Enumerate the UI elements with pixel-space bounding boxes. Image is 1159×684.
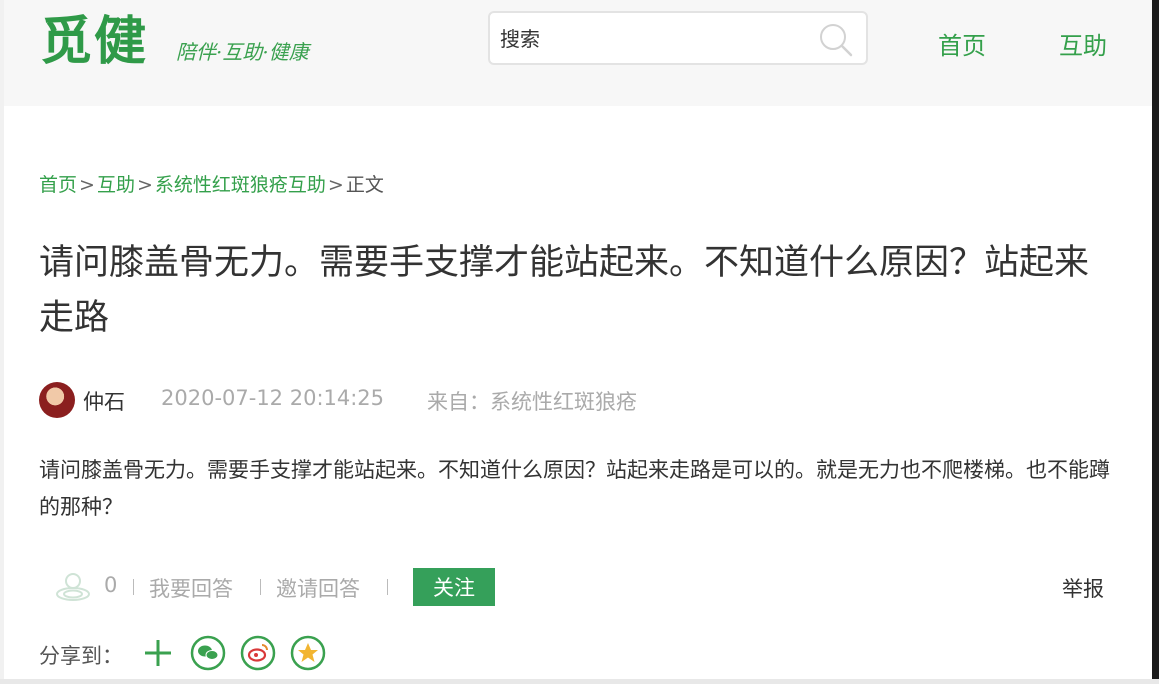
divider xyxy=(133,579,134,595)
breadcrumb-separator: > xyxy=(136,174,153,196)
breadcrumb-home[interactable]: 首页 xyxy=(39,174,77,196)
post-datetime: 2020-07-12 20:14:25 xyxy=(161,386,385,410)
report-link[interactable]: 举报 xyxy=(1062,573,1104,603)
qzone-icon[interactable] xyxy=(289,634,327,672)
breadcrumb-current: 正文 xyxy=(345,174,384,196)
site-slogan: 陪伴·互助·健康 xyxy=(176,40,309,64)
post-body: 请问膝盖骨无力。需要手支撑才能站起来。不知道什么原因？站起来走路是可以的。就是无… xyxy=(39,458,1110,519)
like-count: 0 xyxy=(104,573,118,597)
search-icon[interactable] xyxy=(818,22,854,58)
window-bottom-edge xyxy=(0,679,1159,684)
nav-mutual-help[interactable]: 互助 xyxy=(1059,26,1107,61)
invite-answer-link[interactable]: 邀请回答 xyxy=(276,573,360,603)
search-box xyxy=(488,11,868,65)
breadcrumb-mutual-help[interactable]: 互助 xyxy=(97,174,135,196)
plus-icon[interactable] xyxy=(139,634,177,672)
breadcrumb-separator: > xyxy=(79,174,95,196)
weibo-icon[interactable] xyxy=(239,634,277,672)
site-logo[interactable]: 觅健 xyxy=(40,12,148,72)
avatar[interactable] xyxy=(39,382,75,418)
follow-button[interactable]: 关注 xyxy=(413,568,495,606)
wechat-icon[interactable] xyxy=(189,634,227,672)
divider xyxy=(387,579,388,595)
window-right-edge xyxy=(1152,0,1159,684)
nav-home[interactable]: 首页 xyxy=(938,26,986,61)
breadcrumb: 首页 > 互助 > 系统性红斑狼疮互助 > 正文 xyxy=(39,170,384,197)
author-name[interactable]: 仲石 xyxy=(83,386,125,416)
answer-link[interactable]: 我要回答 xyxy=(149,573,233,603)
post-actions: 0 我要回答 邀请回答 关注 举报 xyxy=(54,568,1134,608)
share-bar: 分享到： xyxy=(39,633,439,673)
post-source[interactable]: 来自：系统性红斑狼疮 xyxy=(427,386,637,416)
share-label: 分享到： xyxy=(39,644,123,668)
search-input[interactable] xyxy=(498,21,802,57)
divider xyxy=(260,579,261,595)
site-header: 觅健 陪伴·互助·健康 首页 互助 xyxy=(4,0,1152,106)
breadcrumb-sle-group[interactable]: 系统性红斑狼疮互助 xyxy=(155,174,326,196)
post-title: 请问膝盖骨无力。需要手支撑才能站起来。不知道什么原因？站起来走路 xyxy=(39,243,1090,338)
like-icon[interactable] xyxy=(54,570,92,604)
breadcrumb-separator: > xyxy=(327,174,344,196)
